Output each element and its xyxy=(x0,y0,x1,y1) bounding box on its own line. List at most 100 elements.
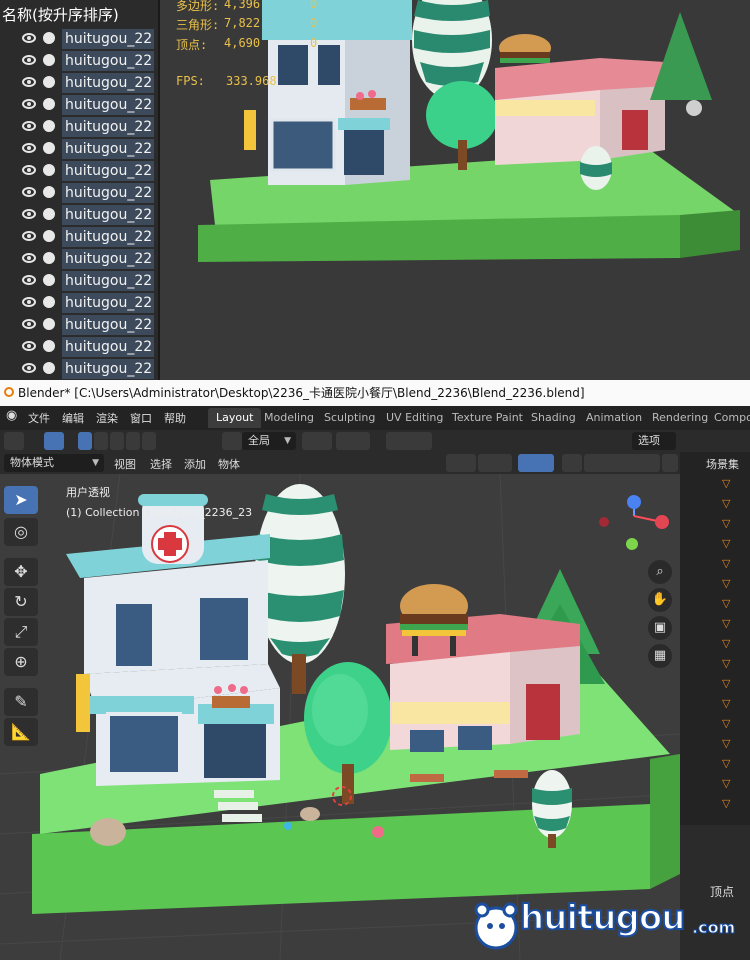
eye-icon[interactable] xyxy=(22,143,36,153)
editor-type-icon[interactable] xyxy=(4,432,24,450)
tab-uv-editing[interactable]: UV Editing xyxy=(378,408,451,428)
render-dot-icon[interactable] xyxy=(43,98,55,110)
transform-orientation-icon[interactable] xyxy=(222,432,242,450)
outliner-row[interactable]: ▽ xyxy=(700,694,750,714)
tab-layout[interactable]: Layout xyxy=(208,408,262,428)
render-dot-icon[interactable] xyxy=(43,274,55,286)
eye-icon[interactable] xyxy=(22,165,36,175)
outliner-row[interactable]: ▽ xyxy=(700,674,750,694)
outliner-row[interactable]: ▽ xyxy=(700,594,750,614)
move-tool-icon[interactable]: ✥ xyxy=(4,558,38,586)
select-subtract-icon[interactable] xyxy=(110,432,124,450)
snap-icon[interactable] xyxy=(336,432,370,450)
options-select[interactable]: 选项 xyxy=(632,432,676,450)
menu-view[interactable]: 视图 xyxy=(114,456,136,472)
zoom-icon[interactable]: ⌕ xyxy=(648,560,672,584)
select-box-tool-icon[interactable]: ➤ xyxy=(4,486,38,514)
outliner-item-label[interactable]: huitugou_22 xyxy=(62,293,154,313)
outliner-item-label[interactable]: huitugou_22 xyxy=(62,139,154,159)
tab-sculpting[interactable]: Sculpting xyxy=(316,408,383,428)
transform-tool-icon[interactable]: ⊕ xyxy=(4,648,38,676)
outliner-row[interactable]: huitugou_22 xyxy=(0,116,158,138)
eye-icon[interactable] xyxy=(22,275,36,285)
mode-select[interactable]: 物体模式 ▼ xyxy=(4,454,104,472)
eye-icon[interactable] xyxy=(22,209,36,219)
render-dot-icon[interactable] xyxy=(43,120,55,132)
outliner-row[interactable]: huitugou_22 xyxy=(0,72,158,94)
overlay-icon[interactable] xyxy=(518,454,554,472)
menu-file[interactable]: 文件 xyxy=(28,410,50,426)
blender-menu-icon[interactable]: ◉ xyxy=(6,408,17,423)
pan-hand-icon[interactable]: ✋ xyxy=(648,588,672,612)
select-mode-icon[interactable] xyxy=(44,432,64,450)
menu-help[interactable]: 帮助 xyxy=(164,410,186,426)
scale-tool-icon[interactable]: ⤢ xyxy=(4,618,38,646)
outliner-row[interactable]: ▽ xyxy=(700,474,750,494)
eye-icon[interactable] xyxy=(22,99,36,109)
outliner-row[interactable]: ▽ xyxy=(700,654,750,674)
outliner-row[interactable]: ▽ xyxy=(700,554,750,574)
grid-perspective-icon[interactable]: ▦ xyxy=(648,644,672,668)
eye-icon[interactable] xyxy=(22,341,36,351)
measure-tool-icon[interactable]: 📐 xyxy=(4,718,38,746)
outliner-row[interactable]: huitugou_22 xyxy=(0,94,158,116)
outliner-item-label[interactable]: huitugou_22 xyxy=(62,315,154,335)
proportional-edit-icon[interactable] xyxy=(386,432,432,450)
menu-add[interactable]: 添加 xyxy=(184,456,206,472)
eye-icon[interactable] xyxy=(22,231,36,241)
outliner-item-label[interactable]: huitugou_22 xyxy=(62,227,154,247)
menu-select[interactable]: 选择 xyxy=(150,456,172,472)
outliner-item-label[interactable]: huitugou_22 xyxy=(62,249,154,269)
menu-window[interactable]: 窗口 xyxy=(130,410,152,426)
outliner-row[interactable]: huitugou_22 xyxy=(0,28,158,50)
render-dot-icon[interactable] xyxy=(43,32,55,44)
outliner-row[interactable]: ▽ xyxy=(700,714,750,734)
tab-modeling[interactable]: Modeling xyxy=(256,408,322,428)
render-dot-icon[interactable] xyxy=(43,164,55,176)
eye-icon[interactable] xyxy=(22,363,36,373)
annotate-tool-icon[interactable]: ✎ xyxy=(4,688,38,716)
outliner-row[interactable]: huitugou_22 xyxy=(0,138,158,160)
3d-viewport[interactable]: 用户透视 (1) Collection | huitugou_2236_23 ➤… xyxy=(0,474,680,960)
render-dot-icon[interactable] xyxy=(43,296,55,308)
eye-icon[interactable] xyxy=(22,77,36,87)
outliner-item-label[interactable]: huitugou_22 xyxy=(62,271,154,291)
select-extend-icon[interactable] xyxy=(94,432,108,450)
outliner-row[interactable]: ▽ xyxy=(700,794,750,814)
tab-compositing[interactable]: Compos xyxy=(706,408,750,428)
tab-animation[interactable]: Animation xyxy=(578,408,650,428)
xray-icon[interactable] xyxy=(562,454,582,472)
render-dot-icon[interactable] xyxy=(43,54,55,66)
camera-icon[interactable]: ▣ xyxy=(648,616,672,640)
menu-object[interactable]: 物体 xyxy=(218,456,240,472)
outliner-row[interactable]: huitugou_22 xyxy=(0,270,158,292)
select-intersect-icon[interactable] xyxy=(142,432,156,450)
eye-icon[interactable] xyxy=(22,187,36,197)
outliner-item-label[interactable]: huitugou_22 xyxy=(62,29,154,49)
shading-mode-icons[interactable] xyxy=(584,454,660,472)
shading-options-icon[interactable] xyxy=(662,454,678,472)
outliner-row[interactable]: ▽ xyxy=(700,634,750,654)
outliner-row[interactable]: huitugou_22 xyxy=(0,204,158,226)
eye-icon[interactable] xyxy=(22,319,36,329)
render-dot-icon[interactable] xyxy=(43,186,55,198)
outliner-row[interactable]: huitugou_22 xyxy=(0,50,158,72)
outliner-sort-header[interactable]: 名称(按升序排序) xyxy=(2,4,119,25)
outliner-item-label[interactable]: huitugou_22 xyxy=(62,183,154,203)
cursor-tool-icon[interactable]: ◎ xyxy=(4,518,38,546)
menu-edit[interactable]: 编辑 xyxy=(62,410,84,426)
menu-render[interactable]: 渲染 xyxy=(96,410,118,426)
outliner-row[interactable]: ▽ xyxy=(700,754,750,774)
outliner-row[interactable]: huitugou_22 xyxy=(0,226,158,248)
outliner-row[interactable]: ▽ xyxy=(700,494,750,514)
transform-orientation-select[interactable]: 全局 ▼ xyxy=(242,432,296,450)
select-invert-icon[interactable] xyxy=(126,432,140,450)
outliner-item-label[interactable]: huitugou_22 xyxy=(62,161,154,181)
render-dot-icon[interactable] xyxy=(43,142,55,154)
outliner-item-label[interactable]: huitugou_22 xyxy=(62,205,154,225)
render-dot-icon[interactable] xyxy=(43,362,55,374)
outliner-row[interactable]: huitugou_22 xyxy=(0,160,158,182)
outliner-row[interactable]: ▽ xyxy=(700,614,750,634)
tab-texture-paint[interactable]: Texture Paint xyxy=(444,408,531,428)
pivot-point-icon[interactable] xyxy=(302,432,332,450)
